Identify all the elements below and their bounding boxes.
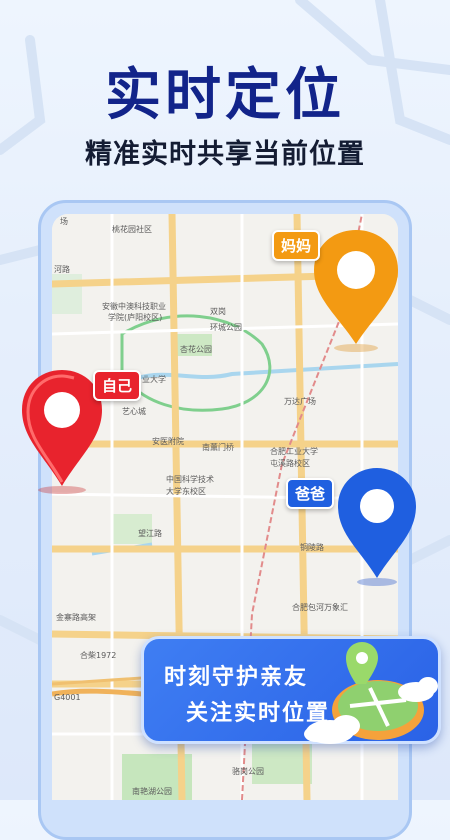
map-label: 杏花公园 <box>180 344 212 354</box>
dad-location-pin[interactable] <box>332 464 422 588</box>
page-title: 实时定位 <box>105 63 345 128</box>
map-label: 望江路 <box>138 528 162 538</box>
map-label: 屯溪路校区 <box>270 458 310 468</box>
page-subtitle: 精准实时共享当前位置 <box>85 139 365 170</box>
map-label: 铜陵路 <box>300 542 324 552</box>
map-label: 桃花园社区 <box>112 224 152 234</box>
map-label: 环城公园 <box>210 323 242 332</box>
mom-label: 妈妈 <box>281 237 312 255</box>
map-label: 大学东校区 <box>166 486 206 496</box>
map-label: 双岗 <box>210 307 226 316</box>
map-label: 合肥包河万象汇 <box>292 602 348 612</box>
map-label: 金寨路高架 <box>56 612 96 622</box>
map-label: 业大学 <box>142 374 166 384</box>
map-label: 南艳湖公园 <box>132 786 172 796</box>
self-label-bubble: 自己 <box>93 370 142 401</box>
map-label: G4001 <box>54 693 81 702</box>
dad-label: 爸爸 <box>295 485 326 503</box>
mom-label-bubble: 妈妈 <box>272 230 321 261</box>
self-label: 自己 <box>102 377 133 395</box>
map-label: 学院(庐阳校区) <box>108 312 162 322</box>
map-label: 场 <box>60 217 68 226</box>
dad-label-bubble: 爸爸 <box>286 478 335 509</box>
map-label: 南薰门桥 <box>202 442 234 452</box>
map-label: 安医附院 <box>152 436 184 446</box>
map-label: 河路 <box>54 264 70 274</box>
map-location-illustration-icon <box>304 642 438 744</box>
map-label: 中国科学技术 <box>166 474 214 484</box>
card-line-1: 时刻守护亲友 <box>164 665 309 690</box>
map-label: 合柴1972 <box>80 650 116 660</box>
map-label: 安徽中澳科技职业 <box>102 301 166 311</box>
map-label: 合肥工业大学 <box>270 446 318 456</box>
map-label: 万达广场 <box>284 396 316 406</box>
map-label: 骆岗公园 <box>232 766 264 776</box>
map-label: 艺心城 <box>122 407 146 416</box>
mom-location-pin[interactable] <box>306 226 406 354</box>
